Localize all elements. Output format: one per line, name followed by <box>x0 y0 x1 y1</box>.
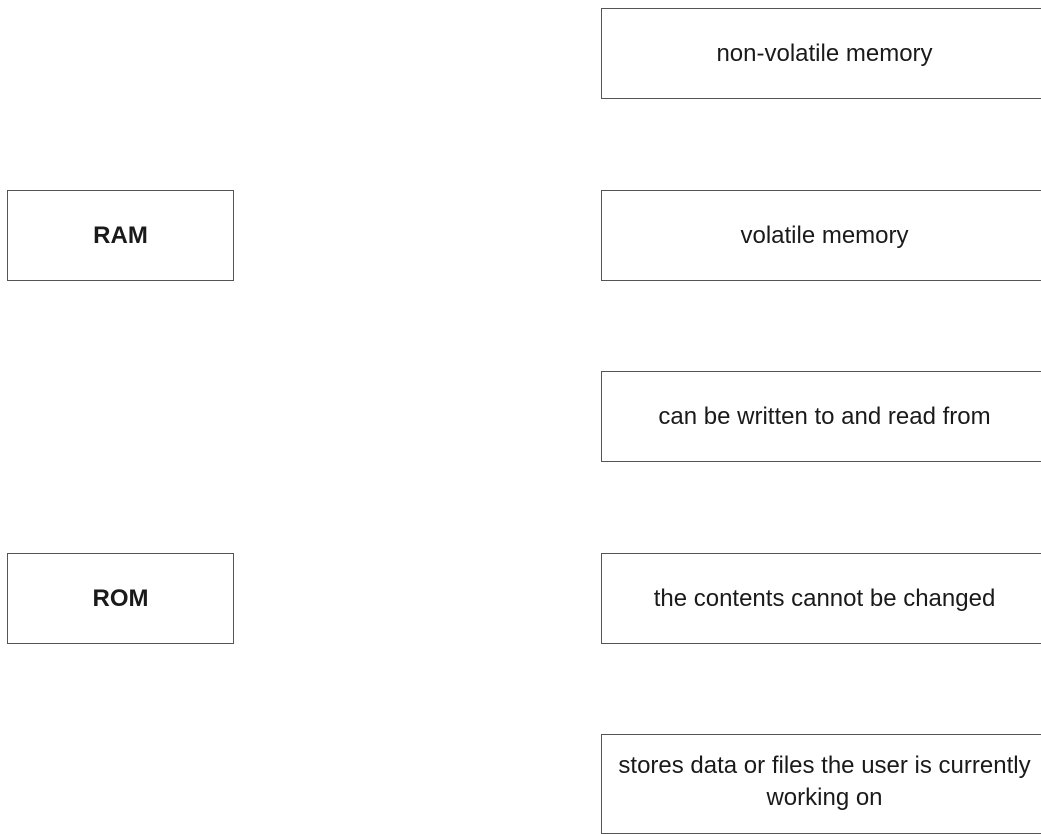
description-label: non-volatile memory <box>605 38 1041 70</box>
term-box-rom: ROM <box>7 553 234 644</box>
term-label: ROM <box>93 583 149 615</box>
description-box: non-volatile memory <box>601 8 1041 99</box>
term-box-ram: RAM <box>7 190 234 281</box>
description-box: stores data or files the user is current… <box>601 734 1041 834</box>
description-box: the contents cannot be changed <box>601 553 1041 644</box>
description-label: stores data or files the user is current… <box>605 750 1041 814</box>
description-label: volatile memory <box>605 220 1041 252</box>
matching-diagram: { "terms": [ {"label": "RAM"}, {"label":… <box>0 0 1041 822</box>
description-label: the contents cannot be changed <box>605 583 1041 615</box>
description-box: can be written to and read from <box>601 371 1041 462</box>
term-label: RAM <box>93 220 148 252</box>
description-label: can be written to and read from <box>605 401 1041 433</box>
description-box: volatile memory <box>601 190 1041 281</box>
